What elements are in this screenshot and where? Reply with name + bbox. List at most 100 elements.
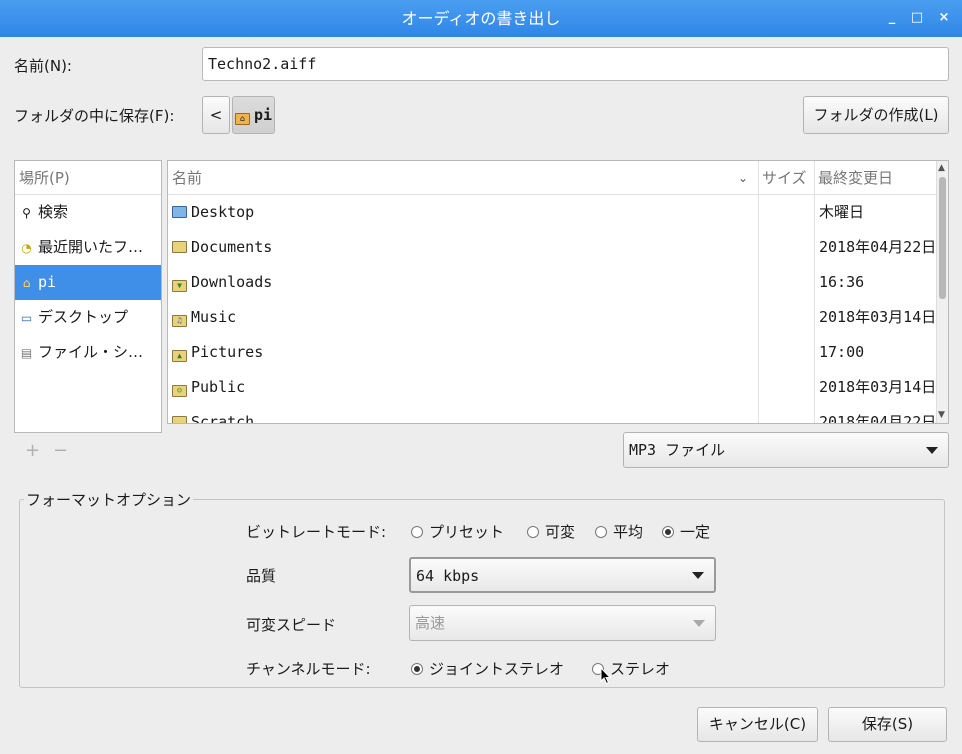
desktop-icon: ▭ xyxy=(20,311,33,325)
variable-speed-value: 高速 xyxy=(415,614,446,632)
file-name: Desktop xyxy=(191,203,255,221)
place-item-filesystem[interactable]: ▤ ファイル・シ… xyxy=(15,335,161,370)
channel-mode-label: チャンネルモード: xyxy=(246,660,371,678)
radio-label: プリセット xyxy=(429,523,505,541)
file-list-scrollbar[interactable]: ▲ ▼ xyxy=(936,161,948,423)
quality-value: 64 kbps xyxy=(416,567,480,585)
file-name: Scratch xyxy=(191,413,255,424)
dropdown-arrow-icon xyxy=(692,572,704,579)
file-modified: 2018年03月14日 xyxy=(819,308,937,326)
radio-variable[interactable]: 可変 xyxy=(527,521,575,542)
radio-constant[interactable]: 一定 xyxy=(662,521,710,542)
radio-preset[interactable]: プリセット xyxy=(411,521,504,542)
dropdown-arrow-icon xyxy=(693,620,705,627)
place-label: ファイル・シ… xyxy=(38,343,144,361)
dropdown-arrow-icon xyxy=(926,447,938,454)
scroll-up-icon[interactable]: ▲ xyxy=(938,163,945,173)
mouse-cursor-icon xyxy=(600,667,612,685)
search-icon: ⚲ xyxy=(22,206,31,220)
file-name: Public xyxy=(191,378,246,396)
save-in-label: フォルダの中に保存(F): xyxy=(14,107,175,125)
title-bar: オーディオの書き出し xyxy=(0,0,962,37)
radio-label: 可変 xyxy=(545,523,576,541)
radio-circle xyxy=(411,526,423,538)
radio-label: ステレオ xyxy=(610,660,671,678)
places-header: 場所(P) xyxy=(15,161,161,195)
file-list-header: 名前 ⌄ サイズ 最終変更日 xyxy=(168,161,948,195)
add-place-button[interactable]: + xyxy=(25,440,40,461)
file-row[interactable]: Desktop 木曜日 xyxy=(168,195,948,230)
place-label: 最近開いたフ… xyxy=(38,238,144,256)
radio-label: 一定 xyxy=(680,523,711,541)
window-title: オーディオの書き出し xyxy=(401,9,561,28)
desktop-folder-icon xyxy=(172,206,187,218)
public-folder-icon: ☺ xyxy=(172,385,187,397)
radio-label: ジョイントステレオ xyxy=(429,660,565,678)
file-row[interactable]: ☺ Public 2018年03月14日 xyxy=(168,370,948,405)
file-row[interactable]: ▼ Downloads 16:36 xyxy=(168,265,948,300)
column-header-modified[interactable]: 最終変更日 xyxy=(818,161,893,195)
home-icon: ⌂ xyxy=(22,276,31,290)
recent-icon: ◔ xyxy=(21,241,32,255)
close-button[interactable]: × xyxy=(936,10,952,26)
save-button[interactable]: 保存(S) xyxy=(828,707,947,742)
drive-icon: ▤ xyxy=(20,346,33,360)
variable-speed-label: 可変スピード xyxy=(246,616,337,634)
place-label: pi xyxy=(38,273,57,291)
pictures-folder-icon: ▲ xyxy=(172,350,187,362)
music-folder-icon: ♫ xyxy=(172,315,187,327)
radio-circle-selected xyxy=(411,663,423,675)
radio-circle xyxy=(595,526,607,538)
name-label: 名前(N): xyxy=(14,57,72,75)
file-name: Downloads xyxy=(191,273,273,291)
file-modified: 2018年03月14日 xyxy=(819,378,937,396)
place-item-recent[interactable]: ◔ 最近開いたフ… xyxy=(15,230,161,265)
downloads-folder-icon: ▼ xyxy=(172,280,187,292)
file-name: Documents xyxy=(191,238,273,256)
radio-circle xyxy=(527,526,539,538)
minimize-button[interactable]: _ xyxy=(884,10,900,26)
file-name: Music xyxy=(191,308,237,326)
cancel-button[interactable]: キャンセル(C) xyxy=(697,707,818,742)
place-item-desktop[interactable]: ▭ デスクトップ xyxy=(15,300,161,335)
column-header-name[interactable]: 名前 xyxy=(172,161,202,195)
scrollbar-thumb[interactable] xyxy=(939,177,946,299)
home-folder-icon: ⌂ xyxy=(234,113,250,125)
bitrate-mode-label: ビットレートモード: xyxy=(246,523,387,541)
column-header-size[interactable]: サイズ xyxy=(762,161,807,195)
place-item-home[interactable]: ⌂ pi xyxy=(15,265,161,300)
path-back-button[interactable]: < xyxy=(202,96,230,134)
file-row[interactable]: Documents 2018年04月22日 xyxy=(168,230,948,265)
documents-folder-icon xyxy=(172,241,187,253)
file-modified: 17:00 xyxy=(819,343,865,361)
file-modified: 2018年04月22日 xyxy=(819,413,937,424)
file-modified: 16:36 xyxy=(819,273,865,291)
file-row[interactable]: ▲ Pictures 17:00 xyxy=(168,335,948,370)
format-options-title: フォーマットオプション xyxy=(24,489,194,510)
path-button-pi[interactable]: ⌂ pi xyxy=(232,96,275,134)
place-item-search[interactable]: ⚲ 検索 xyxy=(15,195,161,230)
radio-label: 平均 xyxy=(613,523,644,541)
file-row[interactable]: ♫ Music 2018年03月14日 xyxy=(168,300,948,335)
scratch-folder-icon xyxy=(172,416,187,423)
remove-place-button[interactable]: − xyxy=(53,440,68,461)
file-modified: 木曜日 xyxy=(819,203,865,221)
sort-chevron-icon: ⌄ xyxy=(738,171,749,185)
quality-select[interactable]: 64 kbps xyxy=(409,557,716,593)
filename-input[interactable]: Techno2.aiff xyxy=(202,47,949,81)
create-folder-button[interactable]: フォルダの作成(L) xyxy=(803,96,949,134)
radio-average[interactable]: 平均 xyxy=(595,521,643,542)
maximize-button[interactable]: □ xyxy=(909,10,925,26)
file-type-value: MP3 ファイル xyxy=(629,441,726,459)
scroll-down-icon[interactable]: ▼ xyxy=(938,410,945,420)
quality-label: 品質 xyxy=(246,567,277,585)
file-row[interactable]: Scratch 2018年04月22日 xyxy=(168,405,948,424)
file-modified: 2018年04月22日 xyxy=(819,238,937,256)
path-button-label: pi xyxy=(253,106,273,124)
file-type-select[interactable]: MP3 ファイル xyxy=(623,432,949,468)
variable-speed-select[interactable]: 高速 xyxy=(409,605,716,641)
place-label: デスクトップ xyxy=(38,308,129,326)
places-panel: 場所(P) ⚲ 検索 ◔ 最近開いたフ… ⌂ pi ▭ デスクトップ ▤ ファイル・シ… xyxy=(14,160,162,433)
file-name: Pictures xyxy=(191,343,264,361)
radio-joint-stereo[interactable]: ジョイントステレオ xyxy=(411,658,564,679)
